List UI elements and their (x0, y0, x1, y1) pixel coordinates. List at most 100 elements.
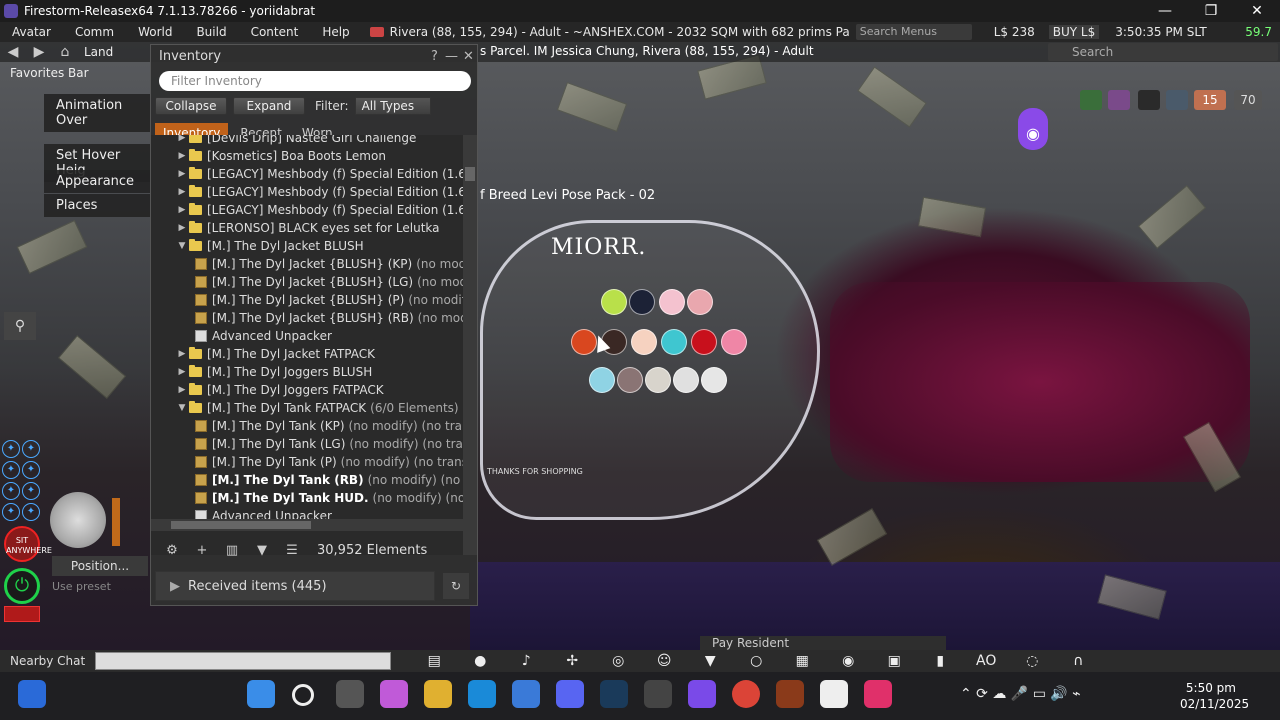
position-button[interactable]: Position... (52, 556, 148, 576)
pose-icon[interactable]: ✦ (22, 503, 40, 521)
system-clock[interactable]: 5:50 pm 02/11/2025 (1180, 680, 1249, 712)
color-swatch[interactable] (659, 289, 685, 315)
animation-overrider-button[interactable]: Animation Over (44, 94, 150, 132)
folder-row[interactable]: ▶ [LEGACY] Meshbody (f) Special Edition (… (175, 201, 463, 219)
red-toggle-button[interactable] (4, 606, 40, 622)
hud-app-icon[interactable] (1166, 90, 1188, 110)
expand-arrow-icon[interactable]: ▶ (175, 187, 189, 197)
inventory-tree[interactable]: ▶ [Devils Drip] Nastee Girl Challenge ▶ [Ko… (151, 135, 463, 555)
folder-row[interactable]: ▶ [Devils Drip] Nastee Girl Challenge (175, 135, 416, 147)
color-swatch[interactable] (631, 329, 657, 355)
search-menus-input[interactable]: Search Menus (855, 24, 972, 40)
land-label[interactable]: Land (84, 45, 113, 59)
chrome-icon[interactable] (732, 680, 760, 708)
discord-icon[interactable] (556, 680, 584, 708)
menu-comm[interactable]: Comm (63, 25, 126, 39)
edge-icon[interactable] (468, 680, 496, 708)
folder-row[interactable]: ▼ [M.] The Dyl Jacket BLUSH (175, 237, 364, 255)
expand-arrow-icon[interactable]: ▶ (175, 135, 189, 143)
chat-bubble-icon[interactable]: ● (457, 653, 503, 669)
voice-icon[interactable]: ♪ (503, 653, 549, 669)
search-icon[interactable]: ○ (733, 653, 779, 669)
item-row[interactable]: Advanced Unpacker (195, 327, 332, 345)
menu-content[interactable]: Content (239, 25, 311, 39)
view-icon[interactable]: ◎ (595, 653, 641, 669)
expand-arrow-icon[interactable]: ▶ (175, 223, 189, 233)
color-swatch[interactable] (687, 289, 713, 315)
task-view-icon[interactable] (336, 680, 364, 708)
capcut-icon[interactable] (820, 680, 848, 708)
back-arrow-icon[interactable]: ◀ (0, 43, 26, 61)
menu-world[interactable]: World (126, 25, 184, 39)
search-icon[interactable] (292, 684, 314, 706)
horizontal-scrollbar[interactable] (151, 519, 463, 531)
map-icon[interactable]: ▦ (779, 653, 825, 669)
movement-joystick[interactable] (50, 492, 106, 548)
app-icon[interactable] (644, 680, 672, 708)
eye-lock-icon[interactable]: ◉ (1018, 108, 1048, 150)
power-icon[interactable]: ⏻ (4, 568, 40, 604)
folder-row[interactable]: ▶ [M.] The Dyl Joggers BLUSH (175, 363, 372, 381)
item-row[interactable]: [M.] The Dyl Tank (RB)(no modify) (no tr… (195, 471, 463, 489)
collapse-arrow-icon[interactable]: ▼ (175, 241, 189, 251)
height-slider[interactable] (112, 498, 120, 546)
appearance-shirt-icon[interactable]: ▼ (687, 653, 733, 669)
pose-icon[interactable]: ✦ (22, 461, 40, 479)
forward-arrow-icon[interactable]: ▶ (26, 43, 52, 61)
parcel-info[interactable]: s Parcel. IM Jessica Chung, Rivera (88, … (480, 44, 814, 58)
expand-arrow-icon[interactable]: ▶ (175, 367, 189, 377)
minimize-button[interactable]: — (1142, 0, 1188, 22)
ao-button[interactable]: AO (963, 653, 1009, 669)
expand-arrow-icon[interactable]: ▶ (175, 205, 189, 215)
list-icon[interactable]: ☰ (277, 543, 307, 558)
start-icon[interactable] (247, 680, 275, 708)
gear-icon[interactable]: ⚙ (157, 543, 187, 558)
close-button[interactable]: ✕ (1234, 0, 1280, 22)
hud-app-icon[interactable] (1080, 90, 1102, 110)
menu-avatar[interactable]: Avatar (0, 25, 63, 39)
balance[interactable]: L$ 238 (994, 25, 1035, 39)
expand-arrow-icon[interactable]: ▶ (175, 151, 189, 161)
item-row[interactable]: [M.] The Dyl Tank (P) (no modify) (no tra… (195, 453, 463, 471)
pose-icon[interactable]: ✦ (2, 482, 20, 500)
pose-icon[interactable]: ✦ (2, 503, 20, 521)
inventory-header[interactable]: Inventory ? — ✕ (151, 45, 477, 67)
expand-arrow-icon[interactable]: ▶ (175, 385, 189, 395)
color-swatch[interactable] (673, 367, 699, 393)
people-icon[interactable]: ☺ (641, 653, 687, 669)
received-items-section[interactable]: ▶ Received items (445) (155, 571, 435, 601)
minimap-pin-icon[interactable]: ⚲ (4, 312, 36, 340)
pose-icon[interactable]: ✦ (22, 440, 40, 458)
chat-input[interactable] (95, 652, 392, 670)
expand-arrow-icon[interactable]: ▶ (175, 169, 189, 179)
headphones-icon[interactable]: ∩ (1055, 653, 1101, 669)
pose-icon[interactable]: ✦ (2, 461, 20, 479)
color-swatch[interactable] (629, 289, 655, 315)
inventory-bag-icon[interactable]: ▮ (917, 653, 963, 669)
item-row[interactable]: [M.] The Dyl Jacket {BLUSH} (RB)(no modi… (195, 309, 463, 327)
color-swatch[interactable] (645, 367, 671, 393)
filter-icon[interactable]: ▼ (247, 543, 277, 558)
copilot-icon[interactable] (380, 680, 408, 708)
expand-button[interactable]: Expand (233, 97, 305, 115)
hud-app-icon[interactable] (1108, 90, 1130, 110)
folder-row[interactable]: ▶ [Kosmetics] Boa Boots Lemon (175, 147, 386, 165)
restore-button[interactable]: ❐ (1188, 0, 1234, 22)
folder-row[interactable]: ▶ [M.] The Dyl Joggers FATPACK (175, 381, 384, 399)
color-swatch[interactable] (721, 329, 747, 355)
radar-icon[interactable]: ◉ (825, 653, 871, 669)
nearby-chat-label[interactable]: Nearby Chat (0, 654, 95, 668)
item-row[interactable]: [M.] The Dyl Jacket {BLUSH} (LG)(no modi… (195, 273, 463, 291)
pay-resident-window[interactable]: Pay Resident (700, 636, 946, 650)
filter-inventory-input[interactable]: Filter Inventory (159, 71, 471, 91)
collapse-arrow-icon[interactable]: ▼ (175, 403, 189, 413)
outlook-icon[interactable] (18, 680, 46, 708)
hud-counter-70[interactable]: 70 (1234, 90, 1262, 110)
store-icon[interactable] (512, 680, 540, 708)
add-icon[interactable]: + (187, 543, 217, 558)
color-swatch[interactable] (701, 367, 727, 393)
search-input[interactable]: Search (1048, 43, 1278, 61)
filter-type-select[interactable]: All Types (354, 97, 431, 115)
item-row[interactable]: [M.] The Dyl Tank (LG) (no modify) (no tr… (195, 435, 463, 453)
favorites-bar[interactable]: Favorites Bar (10, 66, 89, 80)
